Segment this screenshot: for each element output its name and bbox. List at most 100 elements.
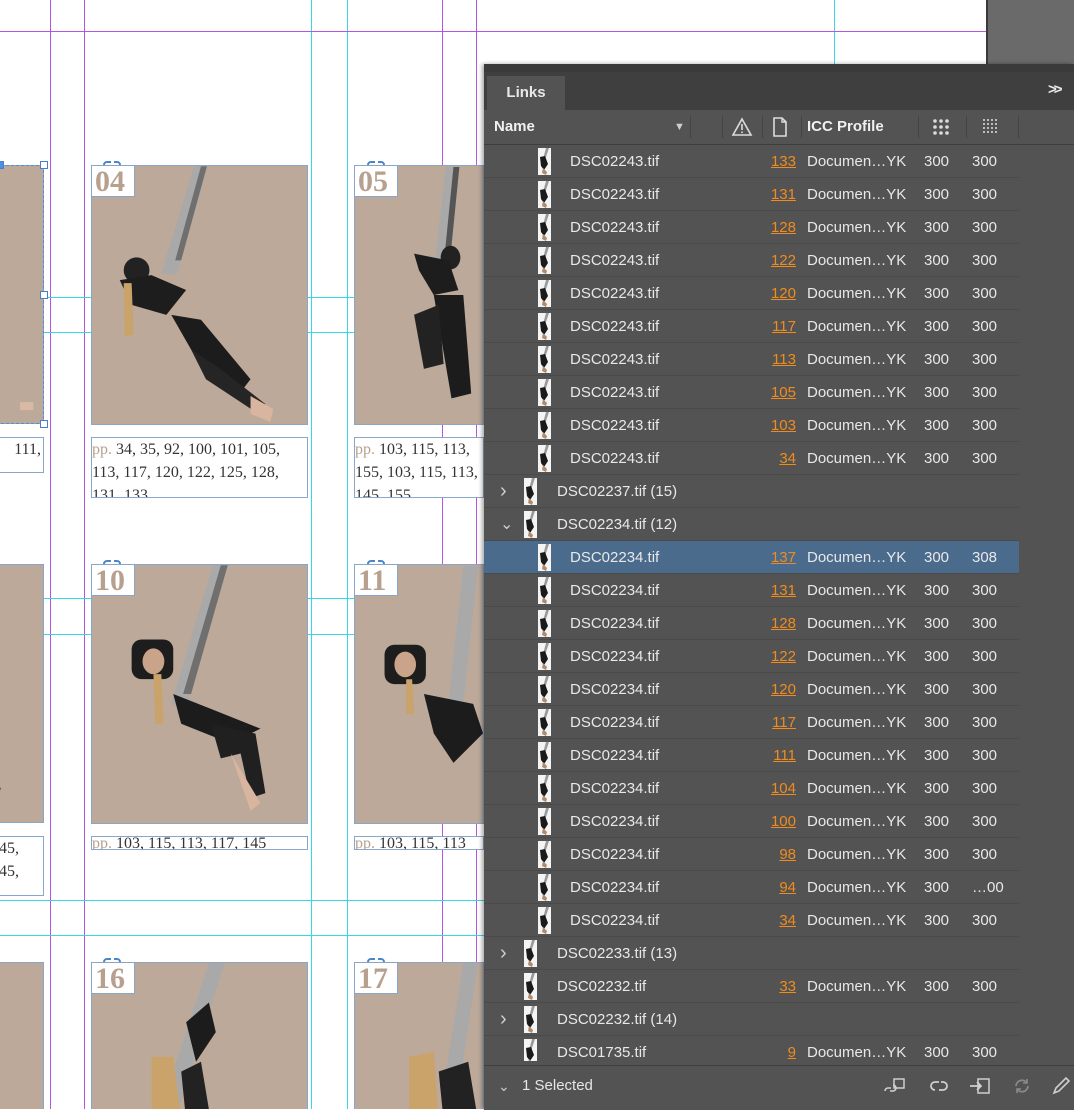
caption-frame[interactable]: pp. 34, 35, 92, 100, 101, 105, 113, 117,… [91, 437, 308, 498]
link-page-number[interactable]: 120 [746, 673, 796, 706]
link-row[interactable]: DSC02234.tif 122 Documen…YK 300 300 [484, 640, 1019, 673]
link-row[interactable]: DSC02234.tif 34 Documen…YK 300 300 [484, 904, 1019, 937]
link-group-row[interactable]: ⌄ DSC02234.tif (12) [484, 508, 1019, 541]
chevron-right-icon[interactable]: › [500, 1003, 507, 1036]
links-panel[interactable]: Links >> Name ▼ ICC Profile DSC02243.tif… [484, 64, 1074, 1110]
link-page-number[interactable]: 111 [746, 739, 796, 772]
edit-original-icon[interactable] [1050, 1076, 1074, 1096]
image-frame-04[interactable] [91, 165, 308, 425]
double-chevron-right-icon[interactable]: >> [1048, 82, 1064, 98]
link-page-number[interactable]: 131 [746, 178, 796, 211]
link-page-number[interactable]: 9 [746, 1036, 796, 1061]
column-header-icc-profile[interactable]: ICC Profile [807, 110, 884, 144]
ruler-guide[interactable] [347, 0, 348, 1109]
caption-frame[interactable]: 111, [0, 437, 44, 473]
column-divider[interactable] [690, 116, 691, 138]
selection-handle[interactable] [40, 161, 48, 169]
link-page-number[interactable]: 128 [746, 211, 796, 244]
link-row[interactable]: DSC02243.tif 133 Documen…YK 300 300 [484, 145, 1019, 178]
link-row[interactable]: DSC02234.tif 94 Documen…YK 300 …00 [484, 871, 1019, 904]
selection-handle[interactable] [0, 161, 4, 169]
link-row[interactable]: DSC02243.tif 103 Documen…YK 300 300 [484, 409, 1019, 442]
page-icon[interactable] [772, 117, 788, 137]
link-page-number[interactable]: 33 [746, 970, 796, 1003]
link-page-number[interactable]: 103 [746, 409, 796, 442]
ruler-guide[interactable] [311, 0, 312, 1109]
chevron-right-icon[interactable]: › [500, 937, 507, 970]
link-row[interactable]: DSC02243.tif 117 Documen…YK 300 300 [484, 310, 1019, 343]
link-page-number[interactable]: 100 [746, 805, 796, 838]
link-row[interactable]: DSC02232.tif 33 Documen…YK 300 300 [484, 970, 1019, 1003]
column-divider[interactable] [762, 116, 763, 138]
column-header-name[interactable]: Name [494, 110, 535, 144]
column-divider[interactable] [1018, 116, 1019, 138]
link-page-number[interactable]: 104 [746, 772, 796, 805]
link-row[interactable]: DSC02234.tif 131 Documen…YK 300 300 [484, 574, 1019, 607]
link-row[interactable]: DSC01735.tif 9 Documen…YK 300 300 [484, 1036, 1019, 1061]
chevron-down-icon[interactable]: ⌄ [500, 508, 513, 541]
link-row[interactable]: DSC02243.tif 34 Documen…YK 300 300 [484, 442, 1019, 475]
selected-frame-outline[interactable] [0, 165, 44, 424]
caption-frame[interactable]: pp. 103, 115, 113, 117, 145 [91, 836, 308, 850]
link-page-number[interactable]: 113 [746, 343, 796, 376]
caption-frame[interactable]: pp. 103, 115, 113, 155, 103, 115, 113, 1… [354, 437, 484, 498]
link-row[interactable]: DSC02243.tif 120 Documen…YK 300 300 [484, 277, 1019, 310]
link-row[interactable]: DSC02234.tif 137 Documen…YK 300 308 [484, 541, 1019, 574]
link-page-number[interactable]: 105 [746, 376, 796, 409]
grid-dots-dense-icon[interactable] [982, 118, 1000, 136]
relink-icon[interactable] [927, 1076, 951, 1096]
link-row[interactable]: DSC02234.tif 100 Documen…YK 300 300 [484, 805, 1019, 838]
link-row[interactable]: DSC02234.tif 120 Documen…YK 300 300 [484, 673, 1019, 706]
link-page-number[interactable]: 133 [746, 145, 796, 178]
link-page-number[interactable]: 117 [746, 310, 796, 343]
link-page-number[interactable]: 94 [746, 871, 796, 904]
link-group-row[interactable]: › DSC02233.tif (13) [484, 937, 1019, 970]
column-divider[interactable] [801, 116, 802, 138]
link-row[interactable]: DSC02234.tif 117 Documen…YK 300 300 [484, 706, 1019, 739]
link-group-row[interactable]: › DSC02237.tif (15) [484, 475, 1019, 508]
sort-dropdown-icon[interactable]: ▼ [674, 110, 685, 144]
selection-handle[interactable] [40, 420, 48, 428]
link-row[interactable]: DSC02234.tif 98 Documen…YK 300 300 [484, 838, 1019, 871]
link-page-number[interactable]: 98 [746, 838, 796, 871]
image-frame-05[interactable] [354, 165, 484, 425]
link-page-number[interactable]: 34 [746, 904, 796, 937]
link-page-number[interactable]: 34 [746, 442, 796, 475]
chevron-down-icon[interactable]: ⌄ [498, 1078, 510, 1095]
go-to-link-icon[interactable] [968, 1076, 992, 1096]
chevron-right-icon[interactable]: › [500, 475, 507, 508]
grid-dots-icon[interactable] [932, 118, 950, 136]
selection-handle[interactable] [40, 291, 48, 299]
link-row[interactable]: DSC02234.tif 111 Documen…YK 300 300 [484, 739, 1019, 772]
image-frame-11[interactable] [354, 564, 484, 824]
link-page-number[interactable]: 131 [746, 574, 796, 607]
link-page-number[interactable]: 120 [746, 277, 796, 310]
relink-to-folder-icon[interactable] [882, 1076, 906, 1096]
link-row[interactable]: DSC02243.tif 105 Documen…YK 300 300 [484, 376, 1019, 409]
links-list[interactable]: DSC02243.tif 133 Documen…YK 300 300 DSC02243.… [484, 145, 1074, 1061]
image-frame[interactable] [0, 962, 44, 1109]
column-divider[interactable] [918, 116, 919, 138]
warning-triangle-icon[interactable] [731, 117, 753, 137]
link-row[interactable]: DSC02234.tif 104 Documen…YK 300 300 [484, 772, 1019, 805]
link-group-row[interactable]: › DSC02232.tif (14) [484, 1003, 1019, 1036]
tab-links[interactable]: Links [487, 76, 565, 110]
image-frame[interactable] [0, 564, 44, 823]
link-page-number[interactable]: 128 [746, 607, 796, 640]
link-row[interactable]: DSC02234.tif 128 Documen…YK 300 300 [484, 607, 1019, 640]
link-row[interactable]: DSC02243.tif 131 Documen…YK 300 300 [484, 178, 1019, 211]
panel-drag-bar[interactable] [484, 64, 1074, 72]
update-link-icon[interactable] [1010, 1076, 1034, 1096]
link-row[interactable]: DSC02243.tif 128 Documen…YK 300 300 [484, 211, 1019, 244]
link-page-number[interactable]: 137 [746, 541, 796, 574]
link-row[interactable]: DSC02243.tif 113 Documen…YK 300 300 [484, 343, 1019, 376]
caption-frame[interactable]: 45, 45, [0, 836, 44, 896]
link-row[interactable]: DSC02243.tif 122 Documen…YK 300 300 [484, 244, 1019, 277]
caption-frame[interactable]: pp. 103, 115, 113 [354, 836, 484, 850]
link-page-number[interactable]: 122 [746, 640, 796, 673]
link-page-number[interactable]: 122 [746, 244, 796, 277]
link-page-number[interactable]: 117 [746, 706, 796, 739]
column-divider[interactable] [722, 116, 723, 138]
image-frame-10[interactable] [91, 564, 308, 824]
column-divider[interactable] [966, 116, 967, 138]
